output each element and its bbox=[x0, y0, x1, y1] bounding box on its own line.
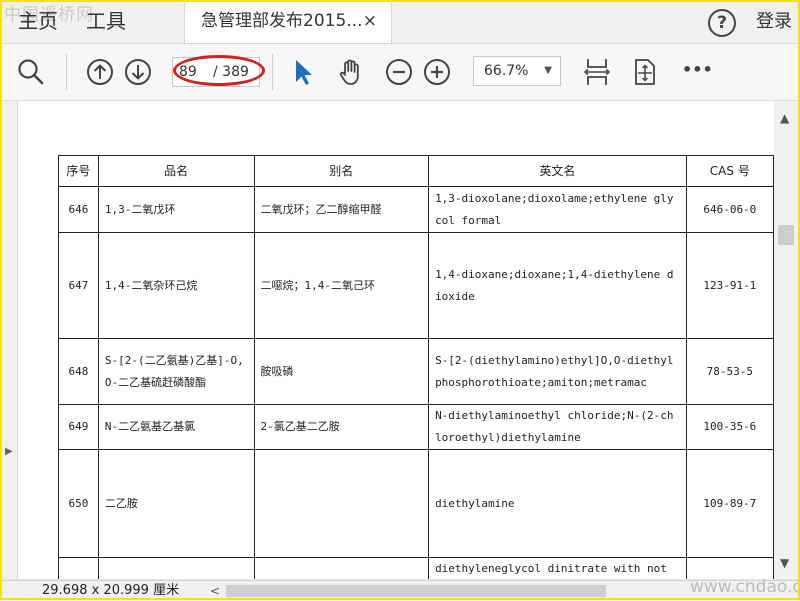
screenshot-border bbox=[0, 0, 800, 600]
